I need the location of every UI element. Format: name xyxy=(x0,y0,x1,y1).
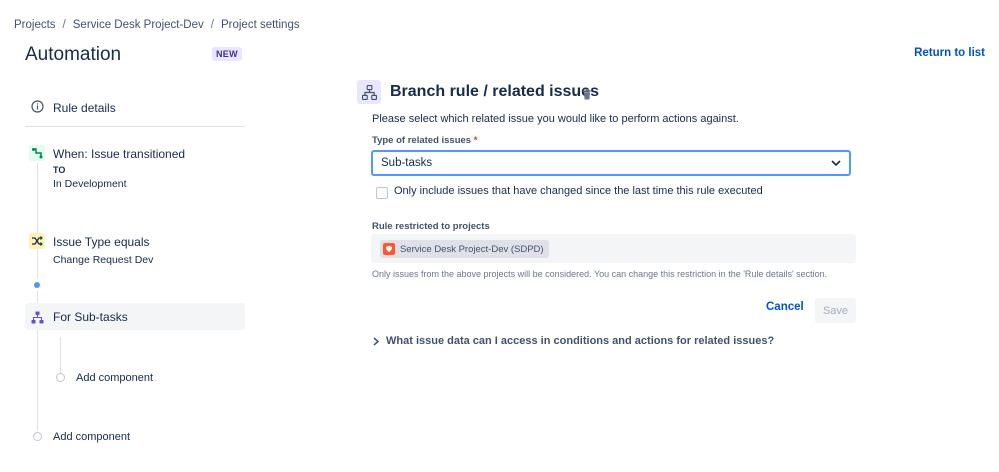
faq-label: What issue data can I access in conditio… xyxy=(386,335,775,347)
add-component-inner-button[interactable]: Add component xyxy=(76,372,153,384)
panel-title: Branch rule / related issues xyxy=(390,83,599,100)
breadcrumb-settings[interactable]: Project settings xyxy=(221,19,300,31)
related-issues-faq-toggle[interactable]: What issue data can I access in conditio… xyxy=(373,335,774,347)
branch-title: For Sub-tasks xyxy=(53,310,128,324)
project-avatar-icon xyxy=(383,243,395,255)
breadcrumb-separator: / xyxy=(62,19,66,31)
required-mark: * xyxy=(473,135,478,146)
rule-details-item[interactable] xyxy=(31,100,44,118)
type-of-related-issues-select[interactable]: Sub-tasks xyxy=(371,150,851,176)
breadcrumb-project[interactable]: Service Desk Project-Dev xyxy=(73,19,204,31)
type-field-label: Type of related issues * xyxy=(372,135,477,146)
condition-title[interactable]: Issue Type equals xyxy=(53,235,150,249)
save-button[interactable]: Save xyxy=(815,298,856,323)
add-component-outer-button[interactable]: Add component xyxy=(53,431,130,443)
divider xyxy=(25,126,245,127)
breadcrumb-projects[interactable]: Projects xyxy=(14,19,56,31)
breadcrumb: Projects / Service Desk Project-Dev / Pr… xyxy=(14,19,300,31)
breadcrumb-separator: / xyxy=(210,19,214,31)
shuffle-icon[interactable] xyxy=(29,233,45,249)
projects-note: Only issues from the above projects will… xyxy=(372,269,828,279)
trigger-to-label: TO xyxy=(53,165,66,175)
branch-icon xyxy=(357,80,381,104)
select-value: Sub-tasks xyxy=(381,157,433,169)
rule-details-label: Rule details xyxy=(53,101,116,115)
condition-value: Change Request Dev xyxy=(53,254,154,266)
project-chip: Service Desk Project-Dev (SDPD) xyxy=(380,240,549,258)
tree-line xyxy=(37,291,38,303)
cancel-button[interactable]: Cancel xyxy=(766,301,804,313)
new-badge: NEW xyxy=(212,47,242,61)
project-chip-label: Service Desk Project-Dev (SDPD) xyxy=(400,243,544,255)
info-icon xyxy=(31,100,44,113)
trigger-to-value: In Development xyxy=(53,178,127,190)
branch-icon xyxy=(29,309,45,325)
tree-line xyxy=(37,330,38,431)
type-field-label-text: Type of related issues xyxy=(372,135,472,146)
trash-icon[interactable] xyxy=(582,87,592,105)
insert-point-dot[interactable] xyxy=(34,282,40,288)
projects-field-label: Rule restricted to projects xyxy=(372,221,490,232)
tree-line xyxy=(37,163,38,279)
only-changed-label[interactable]: Only include issues that have changed si… xyxy=(394,185,763,197)
page-title: Automation xyxy=(25,44,122,65)
trigger-icon[interactable] xyxy=(29,145,45,161)
chevron-right-icon xyxy=(373,336,379,346)
trigger-title[interactable]: When: Issue transitioned xyxy=(53,147,185,161)
chevron-down-icon xyxy=(831,159,841,166)
panel-description: Please select which related issue you wo… xyxy=(372,113,739,125)
tree-branch-line xyxy=(60,337,61,373)
return-to-list-link[interactable]: Return to list xyxy=(914,47,985,59)
add-component-circle-icon[interactable] xyxy=(33,432,42,441)
add-component-circle-icon[interactable] xyxy=(56,373,65,382)
only-changed-checkbox[interactable] xyxy=(376,187,388,199)
